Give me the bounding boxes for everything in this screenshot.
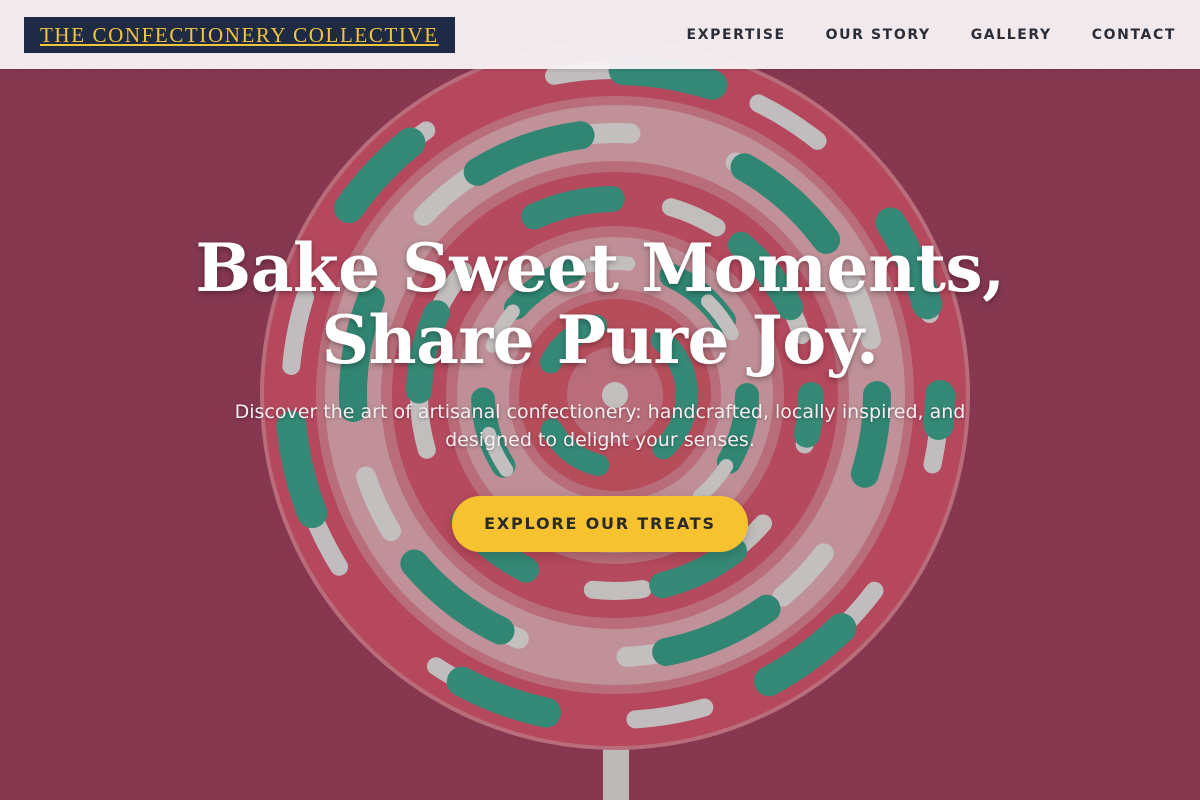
nav-link-our-story[interactable]: OUR STORY [826,27,931,43]
nav-link-gallery[interactable]: GALLERY [971,27,1052,43]
hero-headline-line-2: Share Pure Joy. [321,301,879,379]
main-nav: EXPERTISE OUR STORY GALLERY CONTACT [687,27,1176,43]
hero-content: Bake Sweet Moments, Share Pure Joy. Disc… [0,232,1200,552]
nav-link-contact[interactable]: CONTACT [1092,27,1176,43]
site-logo[interactable]: THE CONFECTIONERY COLLECTIVE [24,16,455,53]
hero-subheadline: Discover the art of artisanal confection… [234,401,966,451]
hero-headline: Bake Sweet Moments, Share Pure Joy. [0,232,1200,376]
nav-link-expertise[interactable]: EXPERTISE [687,27,786,43]
explore-treats-button[interactable]: EXPLORE OUR TREATS [452,496,748,552]
site-header: THE CONFECTIONERY COLLECTIVE EXPERTISE O… [0,0,1200,69]
hero-section: Bake Sweet Moments, Share Pure Joy. Disc… [0,0,1200,800]
hero-headline-line-1: Bake Sweet Moments, [195,229,1005,307]
